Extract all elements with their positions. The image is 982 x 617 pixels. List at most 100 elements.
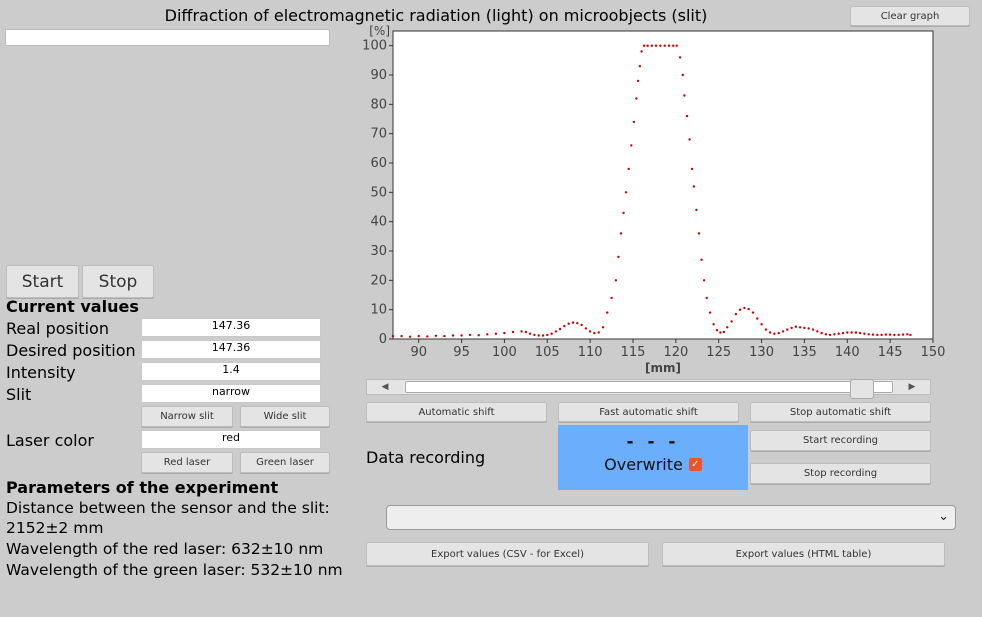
position-scrollbar[interactable]: ◀ ▶: [366, 379, 931, 399]
data-point: [702, 279, 706, 282]
data-point: [650, 44, 654, 47]
overwrite-checkbox[interactable]: ✓: [688, 458, 702, 471]
start-button[interactable]: Start: [6, 265, 79, 298]
red-laser-button[interactable]: Red laser: [141, 452, 233, 473]
data-point: [636, 79, 640, 83]
stop-automatic-shift-button[interactable]: Stop automatic shift: [750, 402, 931, 422]
data-point: [610, 296, 613, 300]
data-point: [558, 327, 562, 331]
data-point: [503, 331, 506, 335]
data-point: [833, 333, 836, 336]
data-point: [854, 331, 858, 334]
x-tick-label: 130: [749, 345, 774, 360]
data-point: [630, 144, 633, 147]
parameters-heading: Parameters of the experiment: [6, 478, 279, 497]
data-point: [417, 334, 420, 338]
data-point: [477, 334, 480, 337]
data-point: [426, 335, 429, 338]
data-point: [743, 306, 746, 310]
narrow-slit-button[interactable]: Narrow slit: [141, 406, 233, 427]
data-point: [798, 326, 802, 329]
stop-recording-button[interactable]: Stop recording: [750, 463, 931, 484]
data-point: [794, 325, 798, 328]
data-point: [811, 328, 815, 331]
data-point: [533, 333, 536, 337]
data-point: [867, 333, 870, 336]
data-point: [601, 326, 605, 329]
data-point: [777, 331, 780, 335]
wide-slit-button[interactable]: Wide slit: [240, 406, 330, 427]
data-point: [764, 328, 768, 331]
data-point: [747, 307, 750, 311]
data-point: [846, 331, 849, 334]
data-point: [468, 333, 472, 337]
slit-label: Slit: [6, 385, 32, 404]
data-point: [715, 329, 719, 332]
scrollbar-track[interactable]: [405, 379, 893, 399]
export-format-select[interactable]: ⌄: [386, 505, 956, 530]
data-point: [622, 211, 625, 215]
data-point: [460, 334, 463, 337]
triangle-left-icon[interactable]: ◀: [367, 380, 403, 394]
data-point: [443, 334, 446, 338]
x-tick-label: 140: [835, 345, 860, 360]
data-point: [730, 320, 733, 323]
data-point: [588, 330, 592, 333]
data-point: [563, 324, 566, 328]
export-html-button[interactable]: Export values (HTML table): [662, 542, 945, 566]
scrollbar-thumb[interactable]: [850, 379, 874, 399]
fast-automatic-shift-button[interactable]: Fast automatic shift: [558, 402, 739, 422]
data-point: [632, 120, 636, 124]
data-point: [400, 334, 403, 338]
x-tick-label: 115: [621, 345, 646, 360]
slit-value: narrow: [141, 384, 321, 403]
data-point: [858, 331, 862, 335]
data-point: [897, 333, 900, 337]
data-point: [451, 334, 455, 337]
data-point: [597, 331, 600, 334]
y-tick-label: 30: [370, 244, 387, 259]
triangle-right-icon[interactable]: ▶: [894, 380, 930, 394]
data-point: [697, 232, 701, 235]
data-point: [580, 323, 583, 327]
data-point: [678, 56, 682, 59]
x-tick-label: 125: [706, 345, 731, 360]
top-input-bar[interactable]: [5, 29, 330, 46]
data-point: [768, 331, 772, 334]
stop-button[interactable]: Stop: [82, 265, 154, 298]
x-tick-label: 90: [410, 345, 427, 360]
x-tick-label: 100: [492, 345, 517, 360]
data-point: [528, 332, 532, 335]
real-position-value: 147.36: [141, 318, 321, 337]
data-point: [550, 332, 553, 335]
data-point: [888, 333, 892, 336]
y-tick-label: 80: [370, 97, 387, 112]
automatic-shift-button[interactable]: Automatic shift: [366, 402, 547, 422]
data-point: [734, 312, 738, 316]
desired-position-value: 147.36: [141, 340, 321, 359]
data-point: [681, 73, 684, 77]
intensity-chart: 0 10 20 30 40 50 60 70 80 90 100 90 95 100 105 110 115 12…: [362, 24, 945, 375]
data-point: [640, 50, 643, 53]
x-tick-label: 145: [878, 345, 903, 360]
data-point: [584, 327, 588, 330]
data-point: [837, 332, 840, 335]
export-csv-button[interactable]: Export values (CSV - for Excel): [366, 542, 649, 566]
data-point: [719, 331, 722, 334]
data-point: [738, 308, 742, 311]
data-point: [593, 331, 596, 335]
start-recording-button[interactable]: Start recording: [750, 430, 931, 451]
green-laser-button[interactable]: Green laser: [240, 452, 330, 473]
data-point: [672, 44, 675, 47]
data-point: [773, 332, 776, 335]
data-point: [901, 333, 905, 336]
data-point: [486, 333, 489, 336]
data-point: [408, 335, 412, 338]
data-point: [654, 44, 658, 47]
data-point: [692, 185, 696, 188]
x-tick-label: 120: [663, 345, 688, 360]
data-point: [688, 138, 691, 141]
data-point: [722, 330, 726, 334]
recording-status-panel: - - - Overwrite ✓: [558, 425, 748, 490]
data-point: [546, 333, 549, 337]
